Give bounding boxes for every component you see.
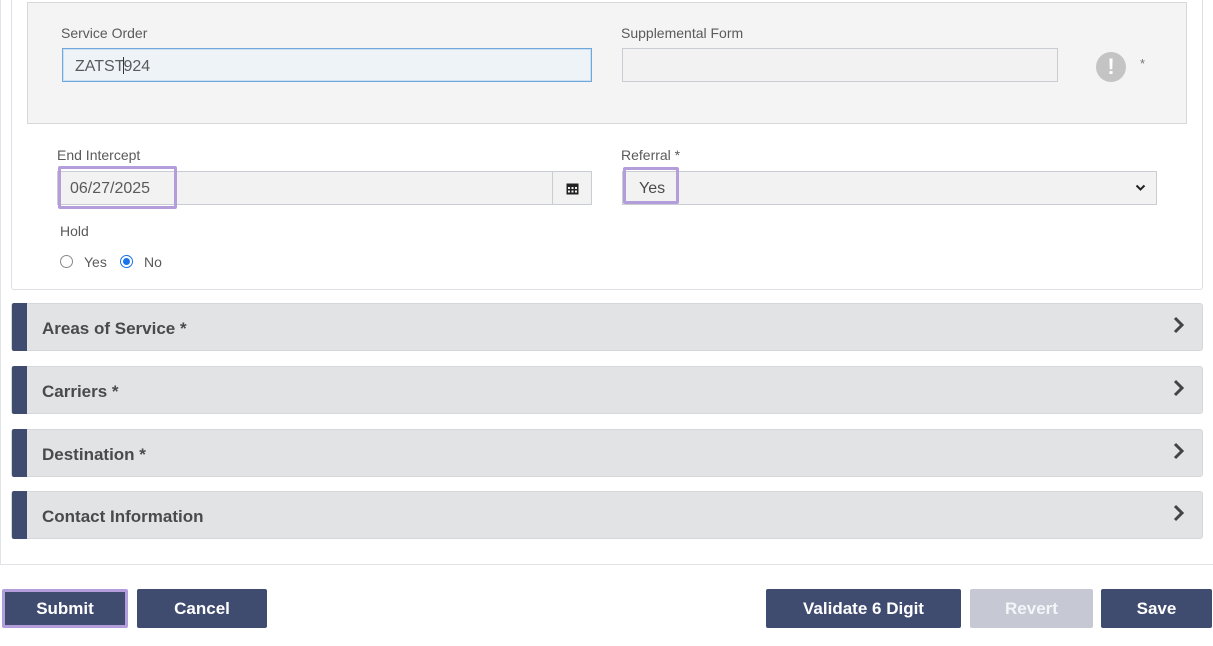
end-intercept-highlight (58, 166, 177, 209)
accordion-title: Carriers * (42, 382, 119, 401)
hold-no-radio[interactable] (120, 255, 133, 268)
accordion-destination[interactable]: Destination * (11, 429, 1203, 477)
accordion-title: Areas of Service * (42, 319, 187, 338)
end-intercept-label: End Intercept (57, 147, 141, 163)
supplemental-form-label: Supplemental Form (621, 25, 744, 41)
chevron-right-icon (1173, 442, 1185, 460)
accordion-contact-information[interactable]: Contact Information (11, 491, 1203, 539)
chevron-right-icon (1173, 379, 1185, 397)
required-marker: * (1140, 56, 1146, 71)
hold-label: Hold (60, 223, 89, 239)
referral-select[interactable]: Yes (622, 171, 1157, 205)
validate-6-digit-button[interactable]: Validate 6 Digit (766, 589, 961, 628)
submit-button[interactable]: Submit (2, 589, 128, 628)
accordion-accent-bar (12, 303, 27, 351)
service-order-value-start: ZATST (75, 58, 125, 75)
chevron-right-icon (1173, 316, 1185, 334)
accordion-areas-of-service[interactable]: Areas of Service * (11, 303, 1203, 351)
chevron-right-icon (1173, 504, 1185, 522)
referral-label: Referral * (621, 147, 681, 163)
accordion-accent-bar (12, 366, 27, 414)
service-order-label: Service Order (61, 25, 148, 41)
exclamation-icon: ! (1096, 52, 1126, 82)
service-order-input[interactable]: ZATST924 (62, 48, 592, 82)
accordion-title: Contact Information (42, 507, 204, 526)
accordion-title: Destination * (42, 445, 146, 464)
accordion-accent-bar (12, 491, 27, 539)
accordion-carriers[interactable]: Carriers * (11, 366, 1203, 414)
hold-yes-radio[interactable] (60, 255, 73, 268)
save-button[interactable]: Save (1101, 589, 1212, 628)
supplemental-form-input[interactable] (622, 48, 1058, 82)
calendar-button[interactable] (552, 171, 592, 205)
calendar-icon (566, 183, 578, 194)
cancel-button[interactable]: Cancel (137, 589, 267, 628)
hold-no-label: No (144, 254, 162, 270)
chevron-down-icon (1135, 184, 1146, 191)
revert-button[interactable]: Revert (970, 589, 1093, 628)
accordion-accent-bar (12, 429, 27, 477)
hold-yes-label: Yes (84, 254, 107, 270)
service-order-value-end: 924 (123, 58, 151, 75)
referral-highlight (623, 167, 679, 204)
